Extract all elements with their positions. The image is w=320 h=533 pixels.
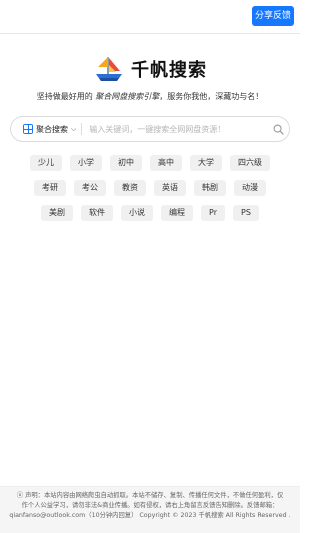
tag-jiaozi[interactable]: 教资 bbox=[114, 180, 146, 196]
grid-icon bbox=[23, 124, 33, 134]
footer-line-3: qianfanso@outlook.com（10分钟内回复） Copyright… bbox=[9, 512, 291, 519]
tag-daxue[interactable]: 大学 bbox=[190, 155, 222, 171]
tag-software[interactable]: 软件 bbox=[81, 205, 114, 221]
category-tags: 少儿 小学 初中 高中 大学 四六级 考研 考公 教资 英语 韩剧 动漫 美剧 … bbox=[18, 155, 282, 221]
tagline: 坚持做最好用的 聚合网盘搜索引擎，服务你我他，深藏功与名！ bbox=[0, 91, 300, 102]
top-bar: 分享反馈 bbox=[0, 0, 300, 34]
tagline-prefix: 坚持做最好用的 bbox=[36, 92, 96, 101]
info-icon: ⓐ bbox=[16, 492, 26, 499]
tagline-suffix: ，服务你我他，深藏功与名！ bbox=[159, 92, 264, 101]
tag-anime[interactable]: 动漫 bbox=[234, 180, 266, 196]
tag-gaozhong[interactable]: 高中 bbox=[150, 155, 182, 171]
search-divider bbox=[81, 123, 83, 135]
search-icon[interactable] bbox=[267, 124, 289, 135]
search-input[interactable] bbox=[87, 123, 267, 135]
tag-xiaoxue[interactable]: 小学 bbox=[70, 155, 102, 171]
footer-line-1: ⓐ 声明：本站内容由网络爬虫自动抓取。本站不储存、复制、传播任何文件，不做任何盈… bbox=[4, 491, 296, 501]
tag-english[interactable]: 英语 bbox=[154, 180, 186, 196]
share-feedback-button[interactable]: 分享反馈 bbox=[252, 6, 294, 26]
tag-shaoer[interactable]: 少儿 bbox=[30, 155, 62, 171]
tag-programming[interactable]: 编程 bbox=[161, 205, 194, 221]
tag-kdrama[interactable]: 韩剧 bbox=[194, 180, 226, 196]
tag-kaoyan[interactable]: 考研 bbox=[34, 180, 66, 196]
tag-pr[interactable]: Pr bbox=[201, 205, 226, 221]
tagline-highlight: 聚合网盘搜索引擎 bbox=[95, 92, 160, 101]
tag-ps[interactable]: PS bbox=[233, 205, 259, 221]
search-scope-label: 聚合搜索 bbox=[36, 124, 68, 134]
footer-line-2: 作个人公益学习，请勿非法&商业传播。如有侵权，请右上角留言反馈告知删除。反馈邮箱… bbox=[21, 502, 279, 509]
brand-name: 千帆搜索 bbox=[131, 60, 207, 81]
tag-kaogong[interactable]: 考公 bbox=[74, 180, 106, 196]
footer-disclaimer: ⓐ 声明：本站内容由网络爬虫自动抓取。本站不储存、复制、传播任何文件，不做任何盈… bbox=[0, 486, 300, 533]
tag-novel[interactable]: 小说 bbox=[121, 205, 154, 221]
chevron-down-icon: ⌵ bbox=[71, 124, 77, 133]
search-bar: 聚合搜索 ⌵ bbox=[10, 116, 290, 142]
brand-logo: 千帆搜索 bbox=[0, 52, 300, 86]
tag-cet[interactable]: 四六级 bbox=[230, 155, 270, 171]
sailboat-icon bbox=[96, 57, 122, 81]
search-scope-dropdown[interactable]: 聚合搜索 ⌵ bbox=[11, 124, 76, 135]
footer-line-1-text: 声明：本站内容由网络爬虫自动抓取。本站不储存、复制、传播任何文件，不做任何盈利，… bbox=[25, 492, 284, 499]
tag-chuzhong[interactable]: 初中 bbox=[110, 155, 142, 171]
tag-us-drama[interactable]: 美剧 bbox=[41, 205, 74, 221]
